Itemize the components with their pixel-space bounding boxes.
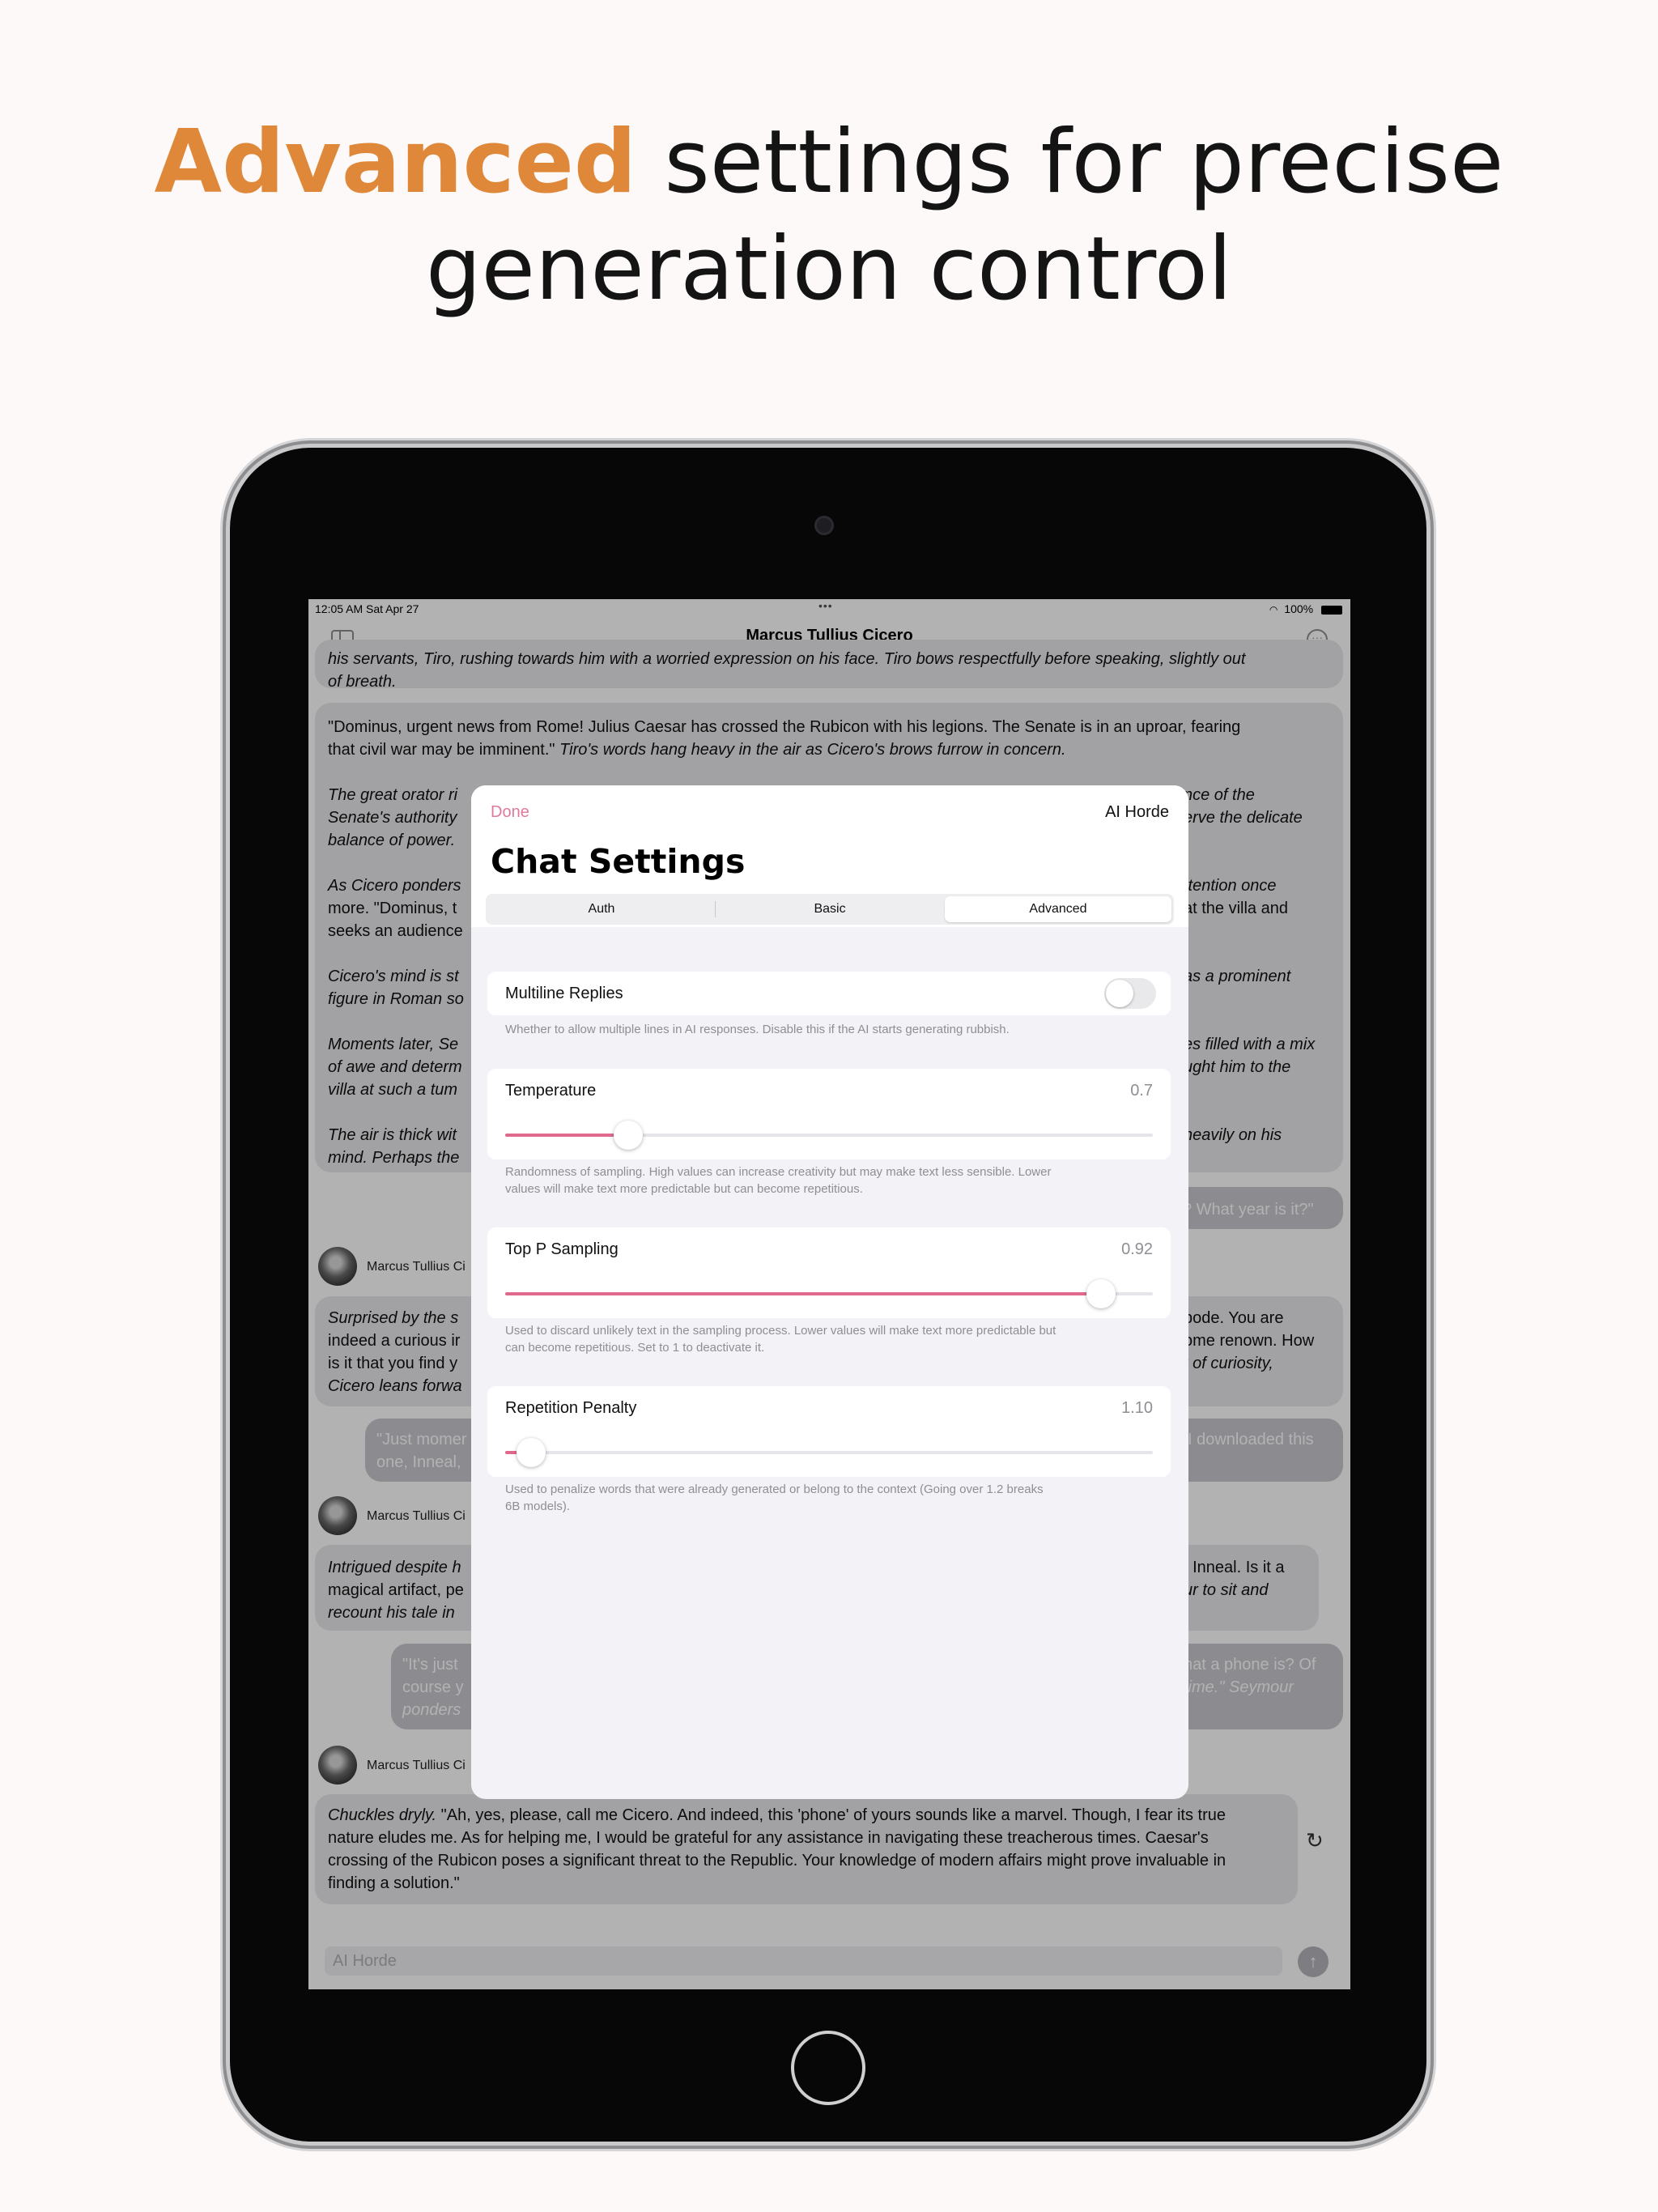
ipad-frame: 12:05 AM Sat Apr 27 ••• ◠ 100% Marcus Tu… bbox=[230, 448, 1426, 2142]
tab-advanced[interactable]: Advanced bbox=[945, 896, 1171, 922]
slider-thumb[interactable] bbox=[1086, 1279, 1116, 1308]
repetition-help-line-1: Used to penalize words that were already… bbox=[505, 1482, 1044, 1496]
screen: 12:05 AM Sat Apr 27 ••• ◠ 100% Marcus Tu… bbox=[308, 599, 1350, 1989]
repetition-card: Repetition Penalty 1.10 bbox=[487, 1386, 1171, 1477]
home-button[interactable] bbox=[791, 2031, 865, 2105]
temperature-value: 0.7 bbox=[1130, 1082, 1153, 1100]
headline-rest: settings for precise bbox=[636, 112, 1504, 213]
segment-divider bbox=[715, 901, 716, 917]
temperature-help-line-1: Randomness of sampling. High values can … bbox=[505, 1165, 1052, 1179]
top-p-help-line-1: Used to discard unlikely text in the sam… bbox=[505, 1324, 1056, 1338]
repetition-slider[interactable] bbox=[505, 1438, 1153, 1467]
tab-auth[interactable]: Auth bbox=[488, 896, 715, 922]
repetition-help-line-2: 6B models). bbox=[505, 1499, 571, 1513]
headline-accent: Advanced bbox=[154, 112, 637, 213]
multiline-card: Multiline Replies bbox=[487, 972, 1171, 1015]
temperature-card: Temperature 0.7 bbox=[487, 1069, 1171, 1159]
multiline-label: Multiline Replies bbox=[505, 985, 623, 1002]
top-p-help: Used to discard unlikely text in the sam… bbox=[505, 1322, 1153, 1356]
toggle-knob bbox=[1106, 980, 1133, 1007]
slider-fill bbox=[505, 1292, 1101, 1295]
top-p-help-line-2: can become repetitious. Set to 1 to deac… bbox=[505, 1341, 765, 1355]
temperature-label: Temperature bbox=[505, 1082, 597, 1100]
temperature-help-line-2: values will make text more predictable b… bbox=[505, 1182, 863, 1196]
temperature-help: Randomness of sampling. High values can … bbox=[505, 1163, 1153, 1197]
multiline-toggle[interactable] bbox=[1104, 978, 1156, 1009]
top-p-label: Top P Sampling bbox=[505, 1240, 619, 1258]
settings-segmented-control: Auth Basic Advanced bbox=[486, 894, 1174, 925]
sheet-header: Done AI Horde Chat Settings Auth Basic A… bbox=[471, 785, 1188, 927]
repetition-value: 1.10 bbox=[1121, 1399, 1153, 1417]
slider-thumb[interactable] bbox=[614, 1121, 643, 1150]
headline: Advanced settings for precise generation… bbox=[0, 109, 1658, 323]
top-p-card: Top P Sampling 0.92 bbox=[487, 1227, 1171, 1318]
camera-icon bbox=[814, 516, 834, 535]
temperature-slider[interactable] bbox=[505, 1121, 1153, 1150]
repetition-label: Repetition Penalty bbox=[505, 1399, 637, 1417]
done-button[interactable]: Done bbox=[491, 803, 529, 822]
tab-basic[interactable]: Basic bbox=[716, 896, 943, 922]
sheet-title: Chat Settings bbox=[491, 842, 746, 881]
headline-line-2: generation control bbox=[425, 219, 1233, 320]
multiline-help: Whether to allow multiple lines in AI re… bbox=[505, 1023, 1010, 1036]
headline-line-1: Advanced settings for precise bbox=[0, 109, 1658, 216]
chat-settings-sheet: Done AI Horde Chat Settings Auth Basic A… bbox=[471, 785, 1188, 1799]
provider-label: AI Horde bbox=[1105, 803, 1169, 821]
top-p-value: 0.92 bbox=[1121, 1240, 1153, 1258]
top-p-slider[interactable] bbox=[505, 1279, 1153, 1308]
slider-fill bbox=[505, 1134, 628, 1137]
repetition-help: Used to penalize words that were already… bbox=[505, 1481, 1153, 1515]
slider-thumb[interactable] bbox=[517, 1438, 546, 1467]
